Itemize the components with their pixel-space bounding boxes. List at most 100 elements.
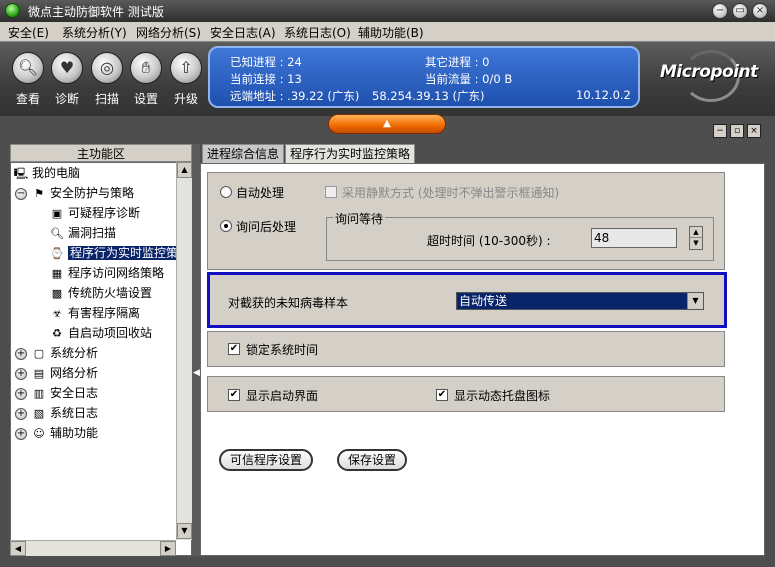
- show-splash-checkbox[interactable]: ✔: [228, 389, 240, 401]
- save-settings-button[interactable]: 保存设置: [337, 449, 407, 471]
- tree-item-quarantine[interactable]: ☣ 有害程序隔离: [49, 303, 140, 323]
- upgrade-button[interactable]: ⇧ 升级: [167, 52, 205, 107]
- left-panel-header: 主功能区: [10, 144, 192, 162]
- lock-time-checkbox[interactable]: ✔: [228, 343, 240, 355]
- lock-time-group: ✔ 锁定系统时间: [207, 331, 725, 367]
- current-traffic: 当前流量 : 0/0 B: [425, 72, 513, 86]
- firewall-icon: ▩: [51, 286, 63, 300]
- menu-aux-functions[interactable]: 辅助功能(B): [358, 24, 424, 41]
- virus-sample-select[interactable]: 自动传送 ▼: [456, 292, 704, 310]
- diagnose-label: 诊断: [54, 92, 79, 106]
- scroll-left-icon[interactable]: ◀: [10, 541, 26, 556]
- tree-item-firewall[interactable]: ▩ 传统防火墙设置: [49, 283, 152, 303]
- tree-item-startup-recycle[interactable]: ♻ 自启动项回收站: [49, 323, 152, 343]
- chevron-down-icon[interactable]: ▼: [687, 293, 703, 309]
- scroll-down-icon[interactable]: ▼: [177, 523, 192, 539]
- settings-label: 设置: [133, 92, 158, 106]
- panel-splitter[interactable]: ◀: [192, 144, 200, 556]
- timeout-label: 超时时间 (10-300秒) :: [427, 234, 551, 248]
- menu-system-log[interactable]: 系统日志(O): [284, 24, 351, 41]
- handling-group: 自动处理 采用静默方式 (处理时不弹出警示框通知) 询问后处理 询问等待 超时时…: [207, 172, 725, 270]
- network-app-icon: ▦: [51, 266, 63, 280]
- biohazard-icon: ☣: [52, 306, 62, 320]
- tab-process-info[interactable]: 进程综合信息: [202, 144, 285, 163]
- scan-label: 扫描: [94, 92, 119, 106]
- show-tray-checkbox[interactable]: ✔: [436, 389, 448, 401]
- settings-button[interactable]: ✋︎ 设置: [127, 52, 165, 107]
- remote-address: 远端地址 : .39.22 (广东): [230, 89, 360, 103]
- tree-item-aux-functions[interactable]: + ☺ 辅助功能: [15, 423, 98, 443]
- ask-wait-box: 询问等待 超时时间 (10-300秒) : 48 ▲ ▼: [326, 210, 714, 261]
- menu-security[interactable]: 安全(E): [8, 24, 49, 41]
- tree-item-system-analysis[interactable]: + ▢ 系统分析: [15, 343, 98, 363]
- monitor-icon: ▢: [33, 346, 45, 360]
- scroll-up-icon[interactable]: ▲: [177, 162, 192, 178]
- stepper-up-icon[interactable]: ▲: [690, 227, 702, 238]
- show-splash-label: 显示启动界面: [246, 389, 319, 403]
- panel-restore-icon[interactable]: ▫: [730, 124, 744, 138]
- tab-behavior-policy[interactable]: 程序行为实时监控策略: [285, 144, 416, 163]
- auto-handle-radio[interactable]: [220, 186, 232, 198]
- app-icon: [5, 3, 20, 18]
- tree-item-behavior-monitor[interactable]: ⌚ 程序行为实时监控策: [49, 243, 181, 263]
- hand-icon: ✋︎: [130, 52, 162, 84]
- other-processes: 其它进程 : 0: [425, 55, 490, 69]
- remote-address-2: 58.254.39.13 (广东): [372, 89, 485, 103]
- log-icon: ▥: [33, 386, 45, 400]
- close-button[interactable]: ×: [752, 3, 768, 19]
- diagnose-button[interactable]: ♥ 诊断: [48, 52, 86, 107]
- tree-item-security-log[interactable]: + ▥ 安全日志: [15, 383, 98, 403]
- tree-item-system-log[interactable]: + ▧ 系统日志: [15, 403, 98, 423]
- menu-system-analysis[interactable]: 系统分析(Y): [62, 24, 127, 41]
- tree-item-security-policy[interactable]: − ⚑ 安全防护与策略: [15, 183, 134, 203]
- display-group: ✔ 显示启动界面 ✔ 显示动态托盘图标: [207, 376, 725, 412]
- tree-item-network-analysis[interactable]: + ▤ 网络分析: [15, 363, 98, 383]
- stepper-down-icon[interactable]: ▼: [690, 238, 702, 249]
- known-processes: 已知进程 : 24: [230, 55, 302, 69]
- title-bar: 微点主动防御软件 测试版 − ▭ ×: [0, 0, 775, 22]
- expand-icon[interactable]: +: [15, 387, 27, 400]
- menu-bar: 安全(E) 系统分析(Y) 网络分析(S) 安全日志(A) 系统日志(O) 辅助…: [0, 22, 775, 42]
- scroll-right-icon[interactable]: ▶: [160, 541, 176, 556]
- menu-network-analysis[interactable]: 网络分析(S): [136, 24, 201, 41]
- expand-icon[interactable]: +: [15, 347, 27, 360]
- tree-item-network-access[interactable]: ▦ 程序访问网络策略: [49, 263, 164, 283]
- virus-sample-value: 自动传送: [459, 294, 508, 308]
- window-title: 微点主动防御软件 测试版: [28, 5, 164, 19]
- view-button[interactable]: 🔍︎ 查看: [9, 52, 47, 107]
- flag-icon: ⚑: [34, 186, 44, 200]
- tree-vertical-scrollbar[interactable]: ▲ ▼: [176, 162, 192, 540]
- status-panel: 已知进程 : 24 其它进程 : 0 当前连接 : 13 当前流量 : 0/0 …: [208, 46, 640, 108]
- expand-icon[interactable]: +: [15, 367, 27, 380]
- expand-icon[interactable]: +: [15, 427, 27, 440]
- silent-mode-checkbox[interactable]: [325, 186, 337, 198]
- search-icon: 🔍︎: [50, 226, 64, 240]
- monitor-clock-icon: ⌚: [50, 246, 64, 260]
- collapse-icon[interactable]: −: [15, 187, 27, 200]
- ask-handle-radio[interactable]: [220, 220, 232, 232]
- tree-horizontal-scrollbar[interactable]: ◀ ▶: [10, 540, 176, 556]
- expand-icon[interactable]: +: [15, 407, 27, 420]
- upgrade-icon: ⇧: [170, 52, 202, 84]
- menu-security-log[interactable]: 安全日志(A): [210, 24, 276, 41]
- scan-button[interactable]: ◎ 扫描: [88, 52, 126, 107]
- upgrade-label: 升级: [173, 92, 198, 106]
- minimize-button[interactable]: −: [712, 3, 728, 19]
- restore-button[interactable]: ▭: [732, 3, 748, 19]
- tree-item-suspicious-diagnose[interactable]: ▣ 可疑程序诊断: [49, 203, 140, 223]
- tree-item-vulnerability-scan[interactable]: 🔍︎ 漏洞扫描: [49, 223, 116, 243]
- timeout-input[interactable]: 48: [591, 228, 677, 248]
- trusted-programs-button[interactable]: 可信程序设置: [219, 449, 313, 471]
- collapse-toolbar-button[interactable]: ▲: [328, 114, 446, 134]
- magnifier-icon: 🔍︎: [12, 52, 44, 84]
- show-tray-label: 显示动态托盘图标: [454, 389, 551, 403]
- scan-icon: ◎: [91, 52, 123, 84]
- panel-minimize-icon[interactable]: −: [713, 124, 727, 138]
- collapse-left-icon[interactable]: ◀: [193, 368, 200, 378]
- tree-item-my-computer[interactable]: 🖳︎ 我的电脑: [13, 163, 80, 183]
- virus-sample-label: 对截获的未知病毒样本: [228, 296, 349, 310]
- timeout-stepper[interactable]: ▲ ▼: [689, 226, 703, 250]
- ask-handle-label: 询问后处理: [236, 220, 297, 234]
- panel-close-icon[interactable]: ×: [747, 124, 761, 138]
- lock-time-label: 锁定系统时间: [246, 343, 319, 357]
